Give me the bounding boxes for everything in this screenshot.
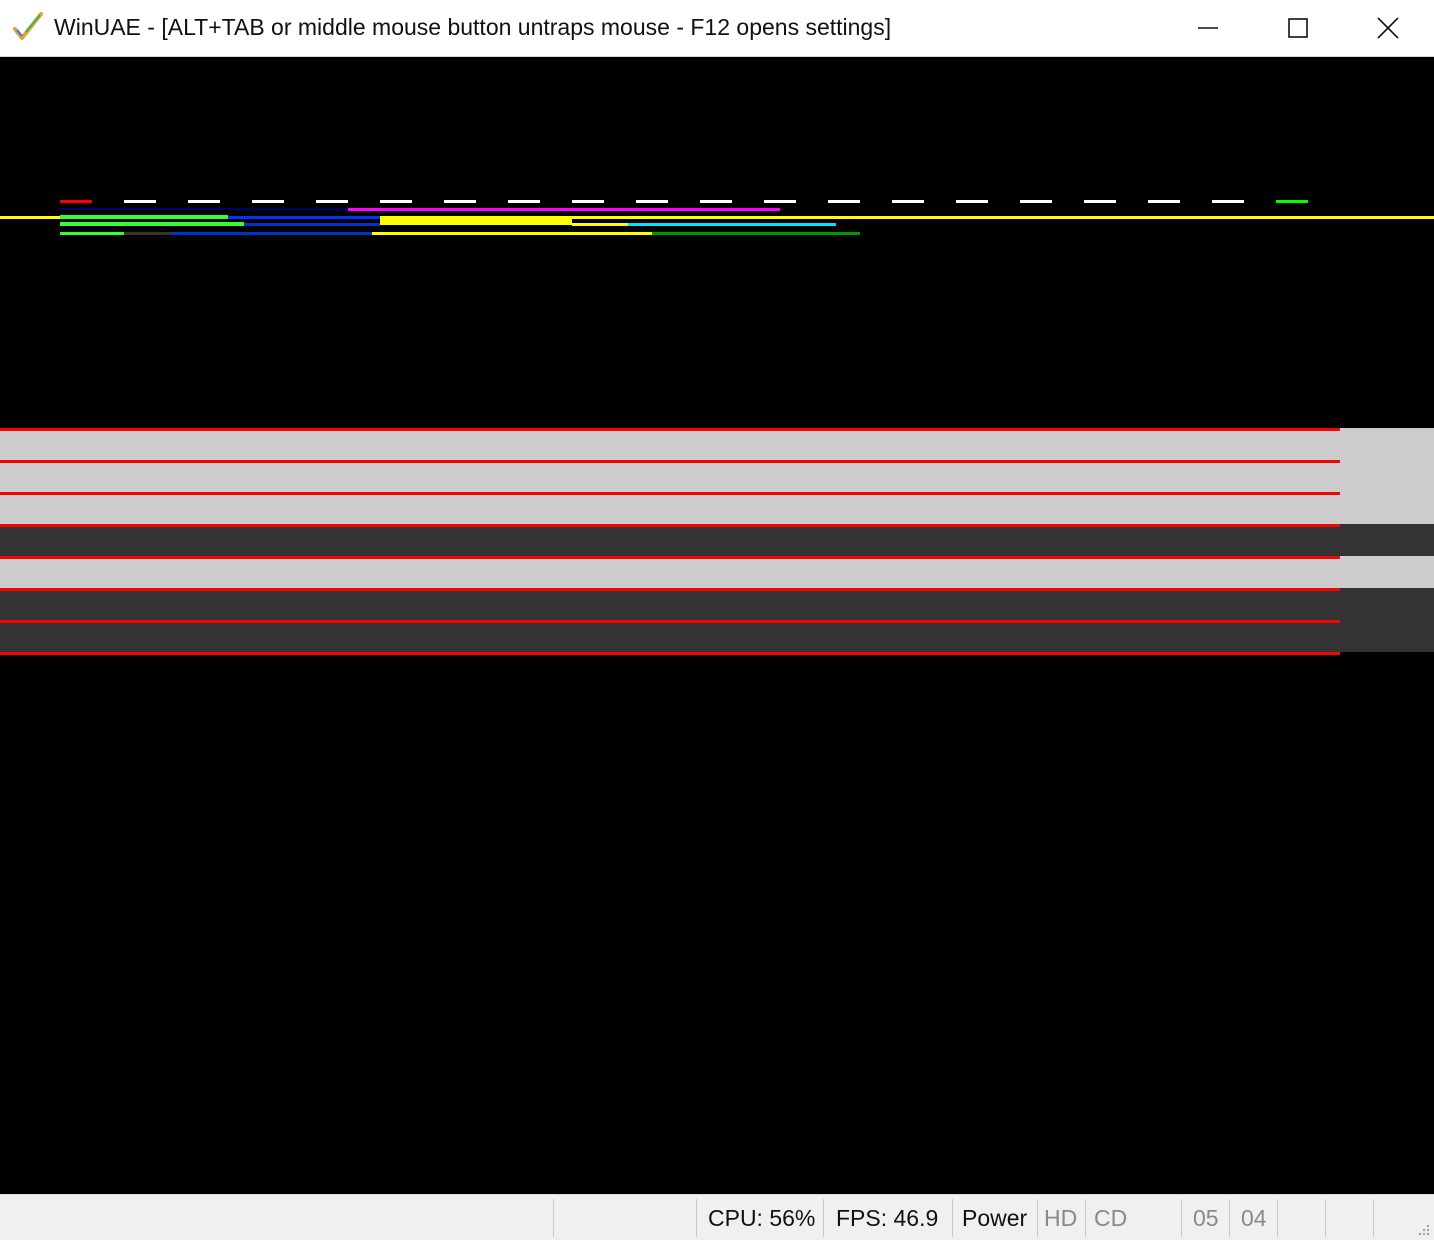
power-led[interactable]: Power [962,1205,1027,1232]
debug-bar-green-2 [60,222,244,226]
debug-bar-cyan [628,223,836,226]
raster-line [0,588,1340,591]
debug-bar-navy [60,208,348,210]
debug-bar-magenta [348,208,780,211]
debug-bar-yellow-2 [372,232,652,235]
raster-line [0,556,1340,559]
drive-df0-track[interactable]: 05 [1193,1205,1219,1232]
debug-dash-white [1084,200,1116,203]
status-divider [1229,1199,1230,1237]
screen-band-light [0,428,1434,524]
debug-dash-red [60,200,92,203]
raster-line [0,620,1340,623]
debug-dash-white [188,200,220,203]
drive-df1-track[interactable]: 04 [1241,1205,1267,1232]
close-button[interactable] [1342,0,1434,56]
debug-bar-yellow-block [380,217,572,225]
winuae-check-icon [13,12,43,40]
screen-band-dark [0,524,1434,556]
raster-line [0,428,1340,431]
raster-line [0,524,1340,527]
debug-bar-darkgreen [652,232,860,235]
debug-dash-white [316,200,348,203]
debug-dash-white [1148,200,1180,203]
status-divider [1373,1199,1374,1237]
debug-dash-white [636,200,668,203]
raster-line [0,652,1340,655]
debug-bar-yellow-thin [572,223,628,226]
status-divider [1085,1199,1086,1237]
status-divider [1325,1199,1326,1237]
debug-bar-blue-3 [172,232,372,235]
status-divider [696,1199,697,1237]
status-divider [553,1199,554,1237]
debug-dash-white [380,200,412,203]
minimize-icon [1198,27,1218,29]
debug-bar-green-1 [60,215,228,219]
status-divider [1277,1199,1278,1237]
debug-dash-green [1276,200,1308,203]
status-divider [823,1199,824,1237]
cd-led[interactable]: CD [1094,1205,1127,1232]
debug-dash-white [124,200,156,203]
hd-led[interactable]: HD [1044,1205,1077,1232]
window-title: WinUAE - [ALT+TAB or middle mouse button… [54,14,892,40]
fps-counter: FPS: 46.9 [836,1205,939,1231]
debug-dash-white [508,200,540,203]
minimize-button[interactable] [1162,0,1254,56]
resize-grip-icon[interactable] [1416,1222,1430,1236]
screen-band-light [0,556,1434,588]
debug-bar-green-3 [60,232,124,235]
maximize-icon [1288,18,1308,38]
emulator-display[interactable] [0,57,1434,1194]
debug-dash-white [828,200,860,203]
status-divider [1037,1199,1038,1237]
raster-line [0,492,1340,495]
status-divider [1181,1199,1182,1237]
debug-dash-white [572,200,604,203]
debug-bar-darkgray [124,232,172,235]
close-icon [1377,17,1399,39]
debug-dash-white [252,200,284,203]
raster-line [0,460,1340,463]
debug-bar-blue-2 [244,223,380,226]
debug-dash-white [956,200,988,203]
maximize-button[interactable] [1252,0,1344,56]
debug-dash-white [764,200,796,203]
debug-dash-white [892,200,924,203]
debug-dash-white [1212,200,1244,203]
debug-bar-blue-1 [228,216,380,219]
debug-dash-white [444,200,476,203]
title-bar: WinUAE - [ALT+TAB or middle mouse button… [0,0,1434,57]
status-bar: CPU: 56% FPS: 46.9 Power HD CD 05 04 [0,1194,1434,1240]
debug-dash-white [700,200,732,203]
status-divider [952,1199,953,1237]
debug-dash-white [1020,200,1052,203]
cpu-usage: CPU: 56% [708,1205,816,1231]
